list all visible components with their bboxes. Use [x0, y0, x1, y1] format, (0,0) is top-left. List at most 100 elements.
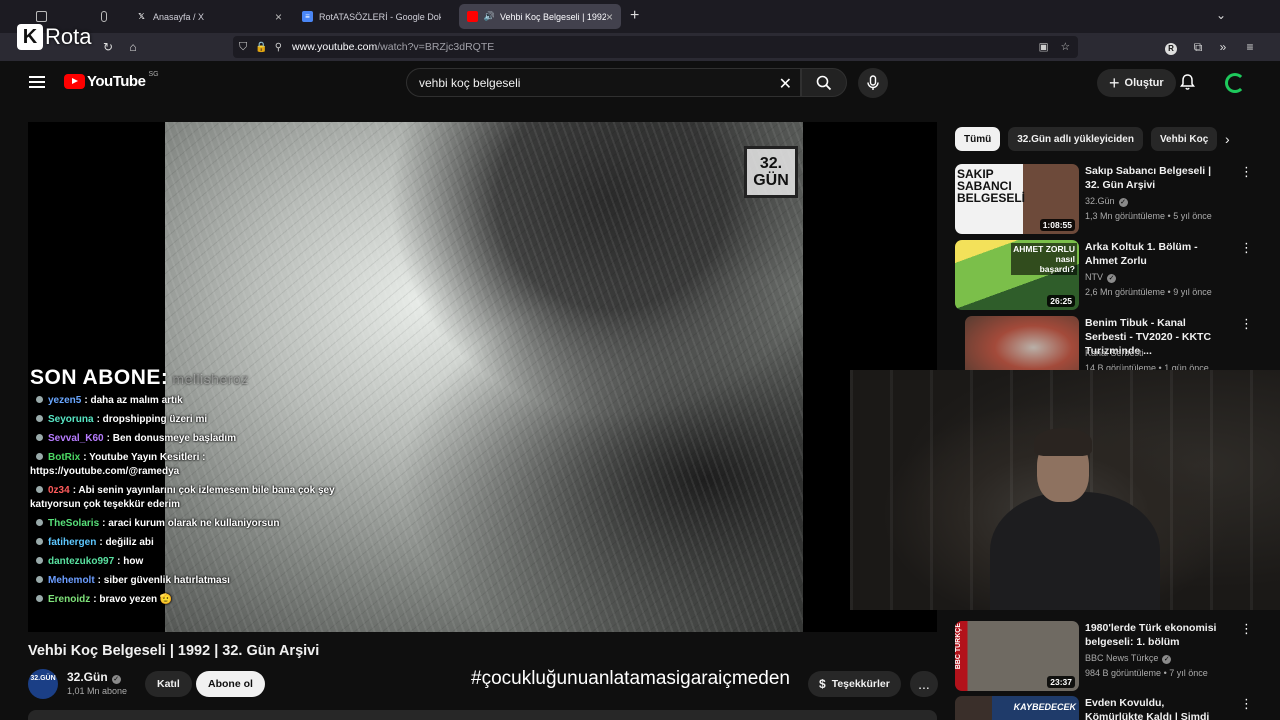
views-text: 1,3 Mn görüntüleme [1085, 211, 1166, 221]
video-thumbnail[interactable]: AHMET ZORLU nasıl başardı? 26:25 [955, 240, 1079, 310]
stream-hashtag-overlay: #çocukluğunuanlatamasigaraiçmeden [471, 668, 790, 689]
profile-r-icon[interactable]: R [1163, 39, 1179, 55]
recommendation-item[interactable]: SAKIP SABANCI BELGESELİ 1:08:55 Sakıp Sa… [955, 164, 1255, 234]
tab-x[interactable]: 𝕏 Anasayfa / X × [128, 4, 290, 29]
close-tab-icon[interactable]: × [275, 10, 282, 24]
age-text: 5 yıl önce [1173, 211, 1212, 221]
join-button[interactable]: Katıl [145, 671, 192, 697]
duration-badge: 23:37 [1047, 676, 1075, 688]
tab-list-button[interactable] [93, 4, 121, 29]
chat-username: fatihergen [48, 537, 97, 548]
recommendation-item[interactable]: BBC TÜRKÇE 23:37 1980'lerde Türk ekonomi… [955, 621, 1255, 691]
tab-youtube-active[interactable]: 🔊 Vehbi Koç Belgeseli | 1992 | × [459, 4, 621, 29]
youtube-logo[interactable]: YouTube SG [64, 71, 159, 90]
chat-message: Sevval_K60: Ben donusmeye başladım [30, 432, 350, 446]
new-tab-button[interactable]: + [630, 7, 639, 25]
recommendation-channel[interactable]: NTV ✓ [1085, 272, 1116, 283]
more-options-icon[interactable]: ⋮ [1240, 317, 1253, 330]
home-icon[interactable]: ⌂ [125, 39, 141, 55]
channel-avatar[interactable]: 32.GÜN [28, 669, 58, 699]
lock-icon[interactable]: 🔒 [255, 42, 267, 53]
microphone-icon [867, 75, 879, 90]
chat-text: : Abi senin yayınlarını çok izlemesem bi… [30, 485, 335, 510]
channel-name-text: 32.Gün [67, 670, 108, 684]
stream-chat-overlay: yezen5: daha az malım artık Seyoruna: dro… [30, 394, 350, 612]
channel-name[interactable]: 32.Gün ✓ [67, 670, 121, 684]
chip-all[interactable]: Tümü [955, 127, 1001, 151]
recommendation-title[interactable]: 1980'lerde Türk ekonomisi belgeseli: 1. … [1085, 621, 1225, 649]
chat-badge-icon [36, 595, 43, 602]
docs-icon: ≡ [302, 11, 313, 22]
voice-search-button[interactable] [858, 68, 888, 98]
extensions-icon[interactable]: ⧉ [1190, 39, 1206, 55]
recommendation-channel[interactable]: BBC News Türkçe ✓ [1085, 653, 1172, 664]
browser-nav-bar: ↻ ⌂ ⛉ 🔒 ⚲ www.youtube.com/watch?v=BRZjc3… [0, 33, 1280, 61]
chat-badge-icon [36, 396, 43, 403]
recommendation-title[interactable]: Arka Koltuk 1. Bölüm - Ahmet Zorlu [1085, 240, 1225, 268]
chat-text: : araci kurum olarak ne kullaniyorsun [102, 518, 280, 529]
search-input[interactable]: vehbi koç belgeseli ✕ [406, 68, 801, 97]
subscribe-button[interactable]: Abone ol [196, 671, 265, 697]
chat-badge-icon [36, 557, 43, 564]
video-thumbnail[interactable]: BBC TÜRKÇE 23:37 [955, 621, 1079, 691]
recommendation-channel[interactable]: 32.Gün ✓ [1085, 196, 1128, 207]
recommendation-item[interactable]: KAYBEDECEK Evden Kovuldu, Kömürlükte Kal… [955, 696, 1255, 720]
audio-playing-icon[interactable]: 🔊 [484, 11, 495, 22]
video-thumbnail[interactable]: KAYBEDECEK [955, 696, 1079, 720]
reload-icon[interactable]: ↻ [100, 39, 116, 55]
more-actions-button[interactable]: ... [910, 671, 938, 697]
recommendation-channel[interactable]: Kanal Serbesti [1085, 348, 1144, 358]
address-bar[interactable]: ⛉ 🔒 ⚲ www.youtube.com/watch?v=BRZjc3dRQT… [233, 36, 1078, 58]
more-options-icon[interactable]: ⋮ [1240, 697, 1253, 710]
more-options-icon[interactable]: ⋮ [1240, 165, 1253, 178]
tab-google-docs[interactable]: ≡ RotATASÖZLERİ - Google Doküm [294, 4, 456, 29]
youtube-play-icon [64, 74, 85, 89]
chat-username: dantezuko997 [48, 556, 115, 567]
search-button[interactable] [801, 68, 847, 97]
recommendation-meta: 2,6 Mn görüntüleme • 9 yıl önce [1085, 287, 1212, 297]
views-text: 984 B görüntüleme [1085, 668, 1162, 678]
more-tools-icon[interactable]: » [1215, 39, 1231, 55]
chat-text: : değiliz abi [99, 537, 154, 548]
video-thumbnail[interactable]: SAKIP SABANCI BELGESELİ 1:08:55 [955, 164, 1079, 234]
chat-text: : how [117, 556, 144, 567]
tab-title: Anasayfa / X [153, 11, 205, 22]
channel-watermark: 32. GÜN [744, 146, 798, 198]
chat-username: Sevval_K60 [48, 433, 104, 444]
chevron-right-icon[interactable]: › [1225, 131, 1230, 147]
verified-icon: ✓ [1162, 655, 1172, 664]
thumbnail-text: KAYBEDECEK [1013, 702, 1076, 712]
guide-menu-icon[interactable] [29, 76, 45, 88]
more-options-icon[interactable]: ⋮ [1240, 241, 1253, 254]
recommendation-title[interactable]: Sakıp Sabancı Belgeseli | 32. Gün Arşivi [1085, 164, 1225, 192]
tab-title: Vehbi Koç Belgeseli | 1992 | [500, 11, 606, 22]
chip-vehbi-koc[interactable]: Vehbi Koç [1150, 127, 1218, 151]
chat-message: BotRix: Youtube Yayın Kesitleri : https:… [30, 451, 350, 479]
notifications-button[interactable] [1180, 73, 1195, 96]
thanks-button[interactable]: $ Teşekkürler [808, 671, 901, 697]
recommendation-item[interactable]: AHMET ZORLU nasıl başardı? 26:25 Arka Ko… [955, 240, 1255, 310]
streamer-body [990, 492, 1160, 610]
shield-icon[interactable]: ⛉ [239, 41, 247, 54]
create-button[interactable]: + Oluştur [1097, 69, 1176, 97]
description-box[interactable] [28, 710, 937, 720]
clear-search-icon[interactable]: ✕ [779, 74, 792, 94]
chat-badge-icon [36, 486, 43, 493]
sidebar-icon [36, 11, 47, 22]
rota-word: Rota [45, 24, 92, 49]
account-avatar[interactable] [1225, 73, 1245, 93]
last-subscriber-label: SON ABONE: mellisheroz [30, 366, 249, 390]
thanks-icon: $ [819, 677, 826, 691]
chip-from-uploader[interactable]: 32.Gün adlı yükleyiciden [1008, 127, 1143, 151]
recommendation-title[interactable]: Evden Kovuldu, Kömürlükte Kaldı | Şimdi … [1085, 696, 1225, 720]
close-tab-icon[interactable]: × [606, 10, 613, 24]
streamer-hair [1034, 428, 1092, 456]
picture-in-picture-icon[interactable]: ▣ [1039, 41, 1049, 53]
tab-overflow-chevron-icon[interactable]: ⌄ [1216, 8, 1226, 22]
bookmark-star-icon[interactable]: ☆ [1061, 41, 1070, 53]
permissions-icon[interactable]: ⚲ [275, 42, 282, 53]
age-text: 7 yıl önce [1169, 668, 1208, 678]
more-options-icon[interactable]: ⋮ [1240, 622, 1253, 635]
menu-icon[interactable]: ≡ [1242, 39, 1258, 55]
chat-text: : daha az malım artık [84, 395, 183, 406]
